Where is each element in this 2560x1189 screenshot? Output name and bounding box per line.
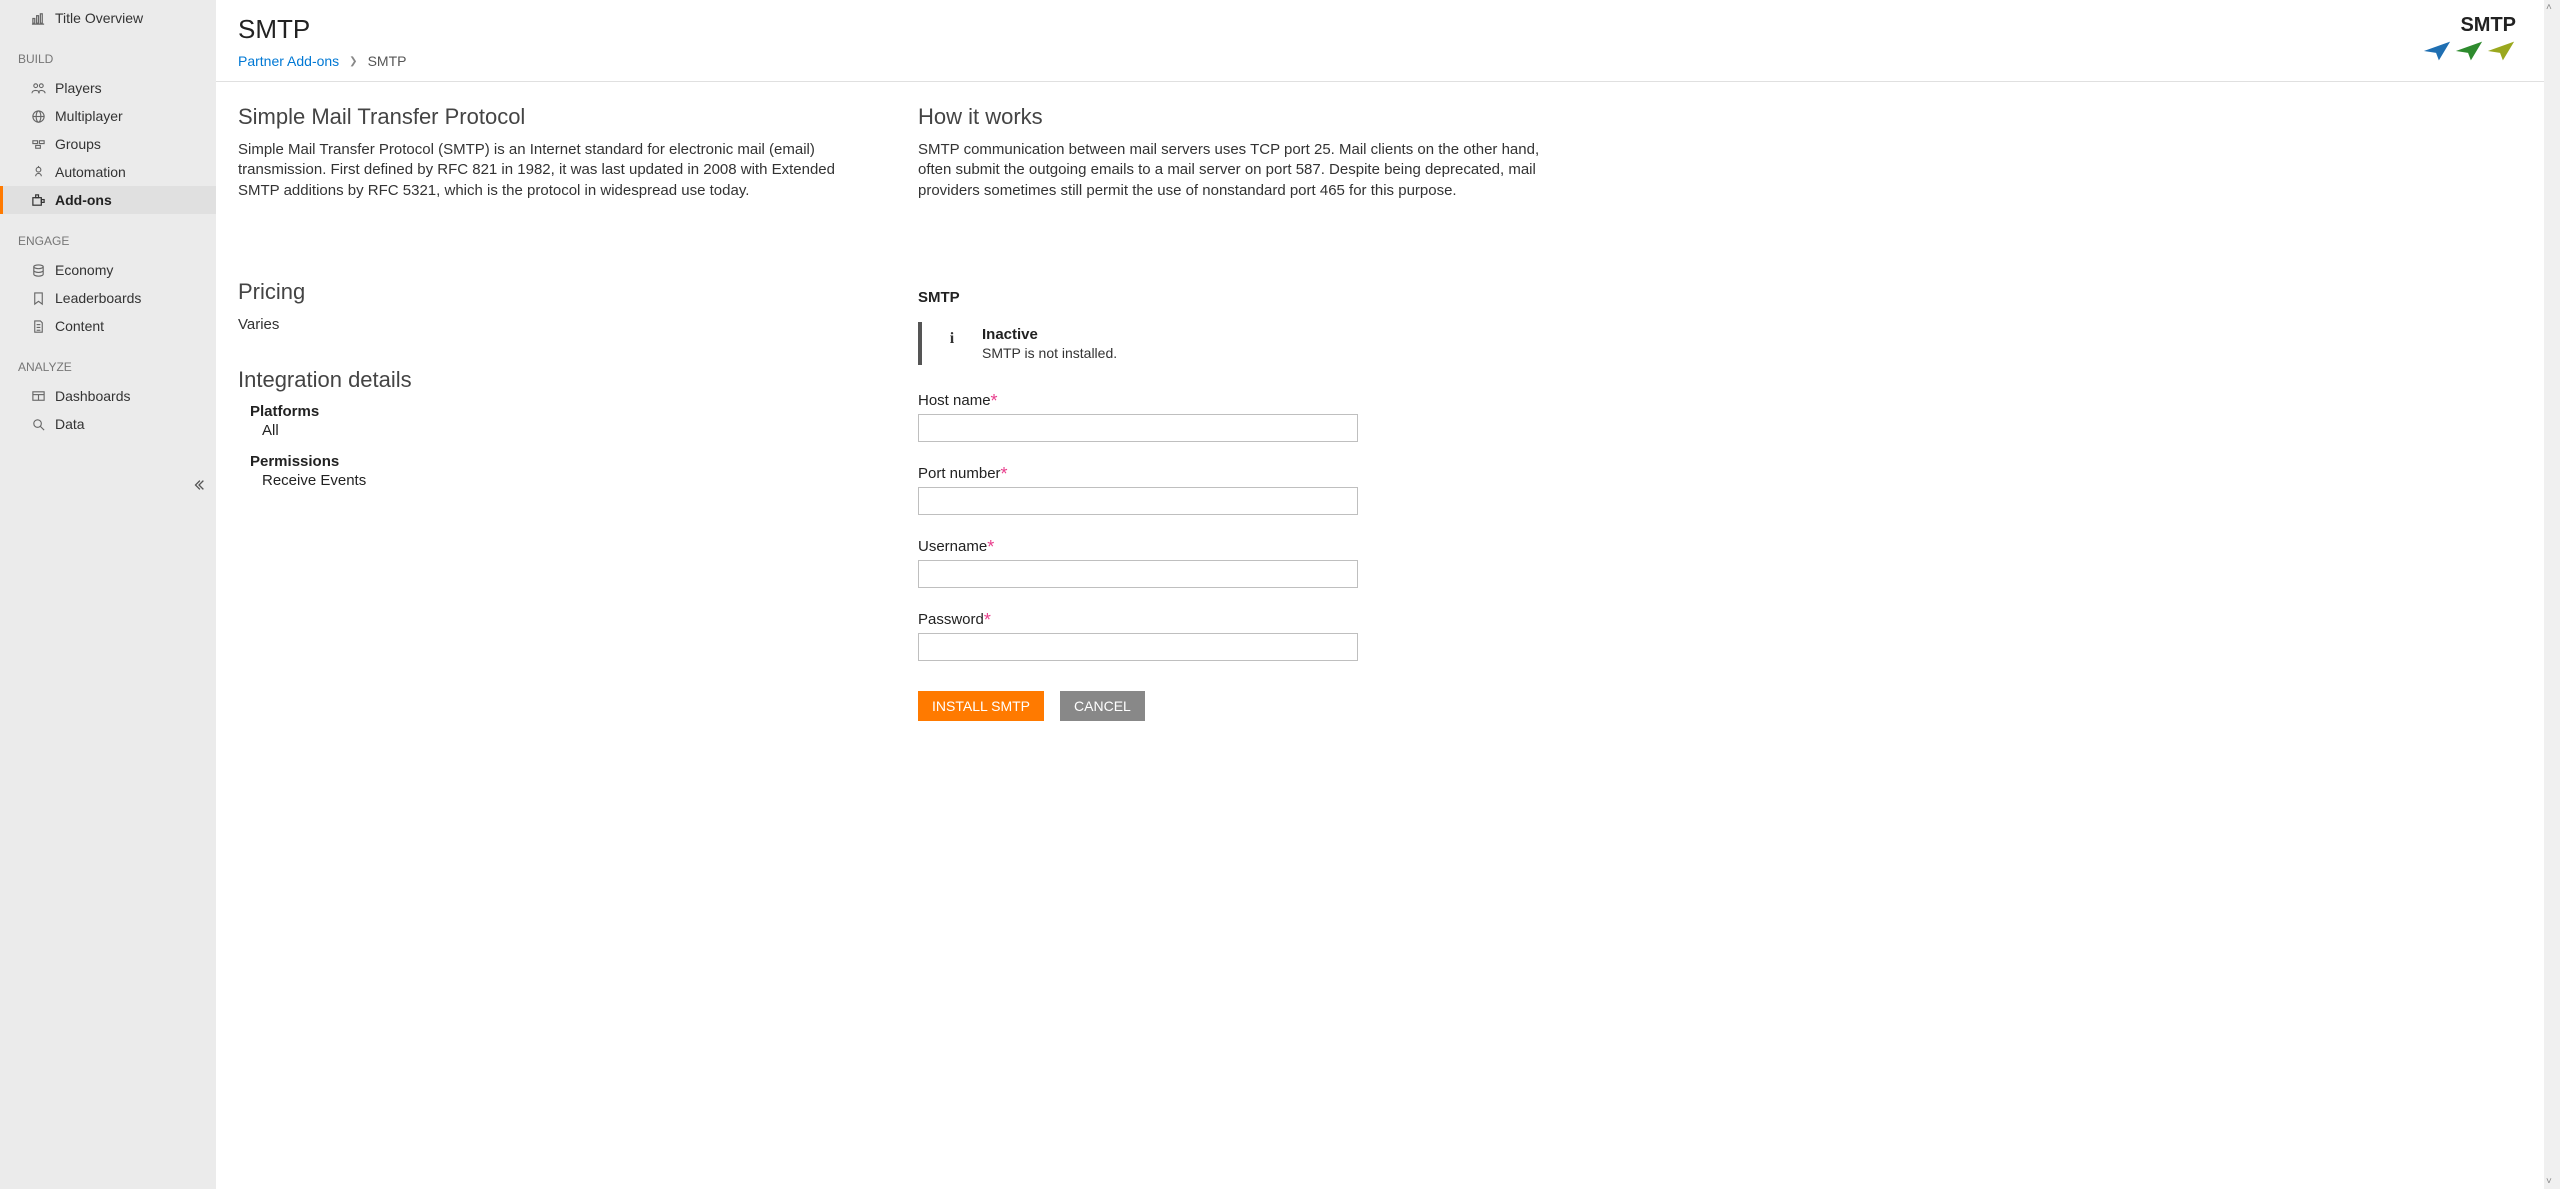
magnify-icon <box>31 417 55 432</box>
required-asterisk: * <box>991 391 998 411</box>
paper-plane-icons <box>2422 39 2516 63</box>
status-banner: i Inactive SMTP is not installed. <box>918 322 1568 365</box>
scroll-down-icon[interactable]: ˅ <box>2546 1176 2552 1187</box>
globe-icon <box>31 109 55 124</box>
bookmark-icon <box>31 291 55 306</box>
required-asterisk: * <box>987 537 994 557</box>
hostname-label: Host name <box>918 392 991 409</box>
bar-chart-icon <box>31 11 55 26</box>
main-panel: SMTP Partner Add-ons ❯ SMTP SMTP <box>216 0 2544 1189</box>
sidebar: Title Overview BUILD Players Multiplayer… <box>0 0 216 1189</box>
chevron-right-icon: ❯ <box>349 56 357 67</box>
robot-icon <box>31 165 55 180</box>
install-button[interactable]: INSTALL SMTP <box>918 691 1044 721</box>
group-icon <box>31 137 55 152</box>
connection-title: SMTP <box>918 289 1568 306</box>
sidebar-item-label: Automation <box>55 164 126 180</box>
status-message: SMTP is not installed. <box>982 345 1117 361</box>
sidebar-item-label: Players <box>55 80 102 96</box>
collapse-sidebar-icon[interactable] <box>192 478 206 495</box>
sidebar-item-automation[interactable]: Automation <box>0 158 216 186</box>
sidebar-group-analyze: ANALYZE <box>0 354 216 380</box>
sidebar-item-label: Add-ons <box>55 192 112 208</box>
sidebar-item-label: Multiplayer <box>55 108 123 124</box>
addon-logo: SMTP <box>2422 14 2522 63</box>
content-area: Simple Mail Transfer Protocol Simple Mai… <box>216 82 2544 1189</box>
sidebar-item-data[interactable]: Data <box>0 410 216 438</box>
dashboard-icon <box>31 389 55 404</box>
sidebar-item-multiplayer[interactable]: Multiplayer <box>0 102 216 130</box>
sidebar-item-groups[interactable]: Groups <box>0 130 216 158</box>
sidebar-item-label: Leaderboards <box>55 290 141 306</box>
sidebar-item-dashboards[interactable]: Dashboards <box>0 382 216 410</box>
sidebar-item-label: Economy <box>55 262 113 278</box>
how-it-works-heading: How it works <box>918 104 1568 130</box>
platforms-label: Platforms <box>238 403 878 420</box>
sidebar-item-addons[interactable]: Add-ons <box>0 186 216 214</box>
scroll-up-icon[interactable]: ˄ <box>2546 2 2552 13</box>
breadcrumb-link-partner-addons[interactable]: Partner Add-ons <box>238 53 339 69</box>
port-input[interactable] <box>918 487 1358 515</box>
username-label: Username <box>918 538 987 555</box>
overview-heading: Simple Mail Transfer Protocol <box>238 104 878 130</box>
sidebar-item-economy[interactable]: Economy <box>0 256 216 284</box>
sidebar-item-title-overview[interactable]: Title Overview <box>0 4 216 32</box>
overview-body: Simple Mail Transfer Protocol (SMTP) is … <box>238 140 878 201</box>
port-label: Port number <box>918 465 1001 482</box>
status-title: Inactive <box>982 326 1117 343</box>
pricing-value: Varies <box>238 315 878 335</box>
permissions-value: Receive Events <box>238 472 878 489</box>
password-input[interactable] <box>918 633 1358 661</box>
scrollbar[interactable]: ˄ ˅ <box>2544 0 2560 1189</box>
sidebar-item-players[interactable]: Players <box>0 74 216 102</box>
people-icon <box>31 81 55 96</box>
sidebar-group-build: BUILD <box>0 46 216 72</box>
sidebar-item-label: Groups <box>55 136 101 152</box>
username-input[interactable] <box>918 560 1358 588</box>
integration-heading: Integration details <box>238 367 878 393</box>
document-icon <box>31 319 55 334</box>
platforms-value: All <box>238 422 878 439</box>
hostname-input[interactable] <box>918 414 1358 442</box>
puzzle-icon <box>31 193 55 208</box>
page-title: SMTP <box>238 14 406 45</box>
sidebar-item-leaderboards[interactable]: Leaderboards <box>0 284 216 312</box>
addon-logo-text: SMTP <box>2422 14 2516 37</box>
breadcrumb-current: SMTP <box>368 53 407 69</box>
pricing-heading: Pricing <box>238 279 878 305</box>
page-header: SMTP Partner Add-ons ❯ SMTP SMTP <box>216 0 2544 82</box>
required-asterisk: * <box>984 610 991 630</box>
sidebar-group-engage: ENGAGE <box>0 228 216 254</box>
sidebar-item-content[interactable]: Content <box>0 312 216 340</box>
sidebar-item-label: Title Overview <box>55 10 143 26</box>
coins-icon <box>31 263 55 278</box>
permissions-label: Permissions <box>238 453 878 470</box>
cancel-button[interactable]: CANCEL <box>1060 691 1145 721</box>
sidebar-item-label: Dashboards <box>55 388 131 404</box>
password-label: Password <box>918 611 984 628</box>
how-it-works-body: SMTP communication between mail servers … <box>918 140 1568 201</box>
required-asterisk: * <box>1001 464 1008 484</box>
sidebar-item-label: Data <box>55 416 85 432</box>
breadcrumb: Partner Add-ons ❯ SMTP <box>238 53 406 69</box>
sidebar-item-label: Content <box>55 318 104 334</box>
info-icon: i <box>922 326 982 348</box>
